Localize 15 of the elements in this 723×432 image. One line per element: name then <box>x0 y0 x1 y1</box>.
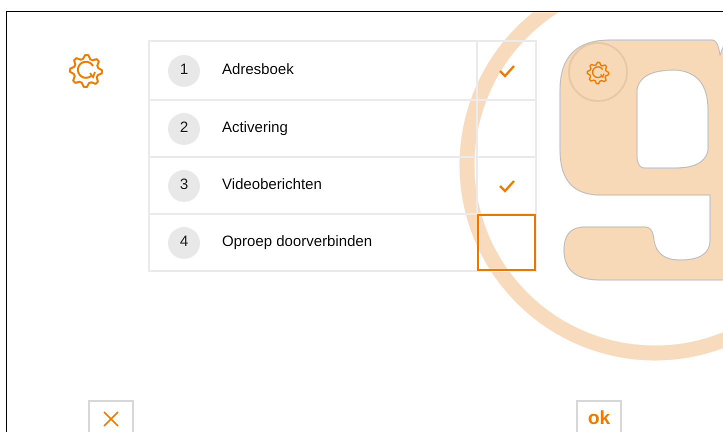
settings-icon <box>586 61 610 85</box>
settings-icon <box>68 53 104 89</box>
menu-item-label[interactable]: Adresboek <box>222 59 294 82</box>
number-badge: 1 <box>168 54 200 86</box>
number-badge: 4 <box>168 226 200 258</box>
number-badge: 2 <box>168 112 200 144</box>
close-icon <box>102 410 120 428</box>
menu-item-label[interactable]: Activering <box>222 117 288 140</box>
menu-item-label[interactable]: Videoberichten <box>222 174 322 197</box>
menu-item-label[interactable]: Oproep doorverbinden <box>222 231 372 254</box>
checkbox-cell[interactable] <box>477 214 536 271</box>
checkmark-icon <box>498 178 516 192</box>
number-badge: 3 <box>168 170 200 202</box>
checkmark-icon <box>498 64 516 78</box>
close-button[interactable] <box>88 400 134 432</box>
